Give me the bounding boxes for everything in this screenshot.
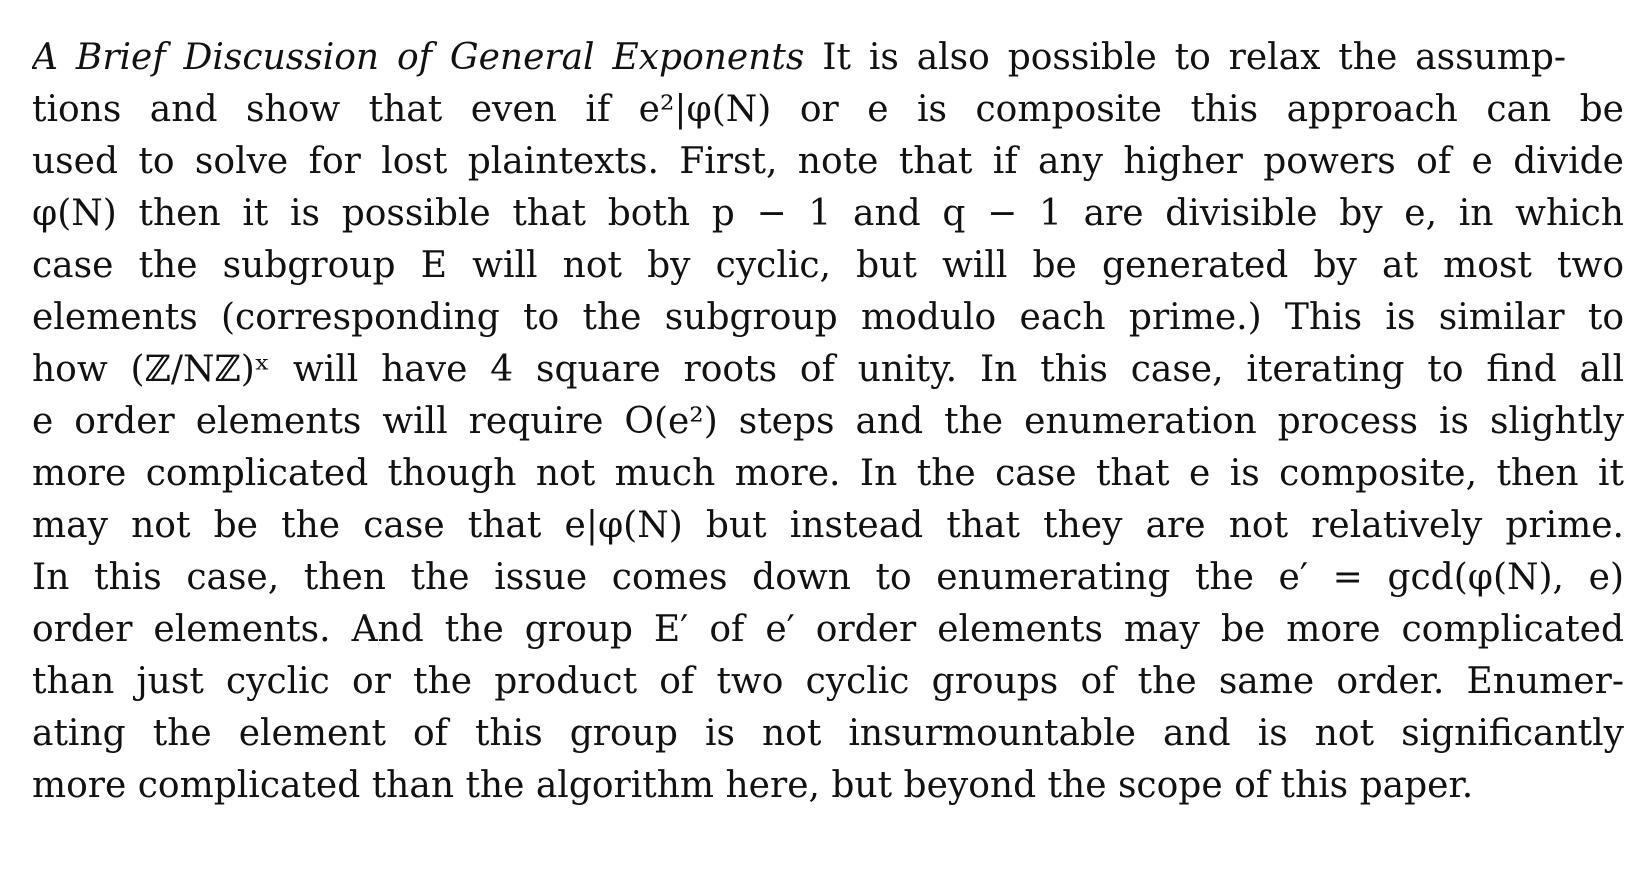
text-line-11: In this case, then the issue comes down … [32, 557, 1624, 598]
text-line-15: more complicated than the algorithm here… [32, 765, 1474, 806]
text-line-5: case the subgroup E will not by cyclic, … [32, 245, 1624, 286]
text-line-3: used to solve for lost plaintexts. First… [32, 141, 1624, 182]
text-line-14: ating the element of this group is not i… [32, 713, 1624, 754]
text-line-8: e order elements will require O(e²) step… [32, 401, 1624, 442]
text-line-2: tions and show that even if e²|φ(N) or e… [32, 89, 1624, 130]
text-line-1: A Brief Discussion of General Exponents … [32, 32, 1624, 84]
text-line-13: than just cyclic or the product of two c… [32, 661, 1624, 702]
text-line-12: order elements. And the group E′ of e′ o… [32, 609, 1624, 650]
line-text: It is also possible to relax the assump- [822, 37, 1567, 78]
text-line-10: may not be the case that e|φ(N) but inst… [32, 505, 1624, 546]
text-line-9: more complicated though not much more. I… [32, 453, 1624, 494]
paragraph-heading: A Brief Discussion of General Exponents [32, 37, 805, 78]
paper-paragraph: A Brief Discussion of General Exponents … [32, 32, 1624, 812]
text-line-7: how (ℤ/Nℤ)ˣ will have 4 square roots of … [32, 349, 1624, 390]
text-line-6: elements (corresponding to the subgroup … [32, 297, 1624, 338]
text-line-4: φ(N) then it is possible that both p − 1… [32, 193, 1624, 234]
